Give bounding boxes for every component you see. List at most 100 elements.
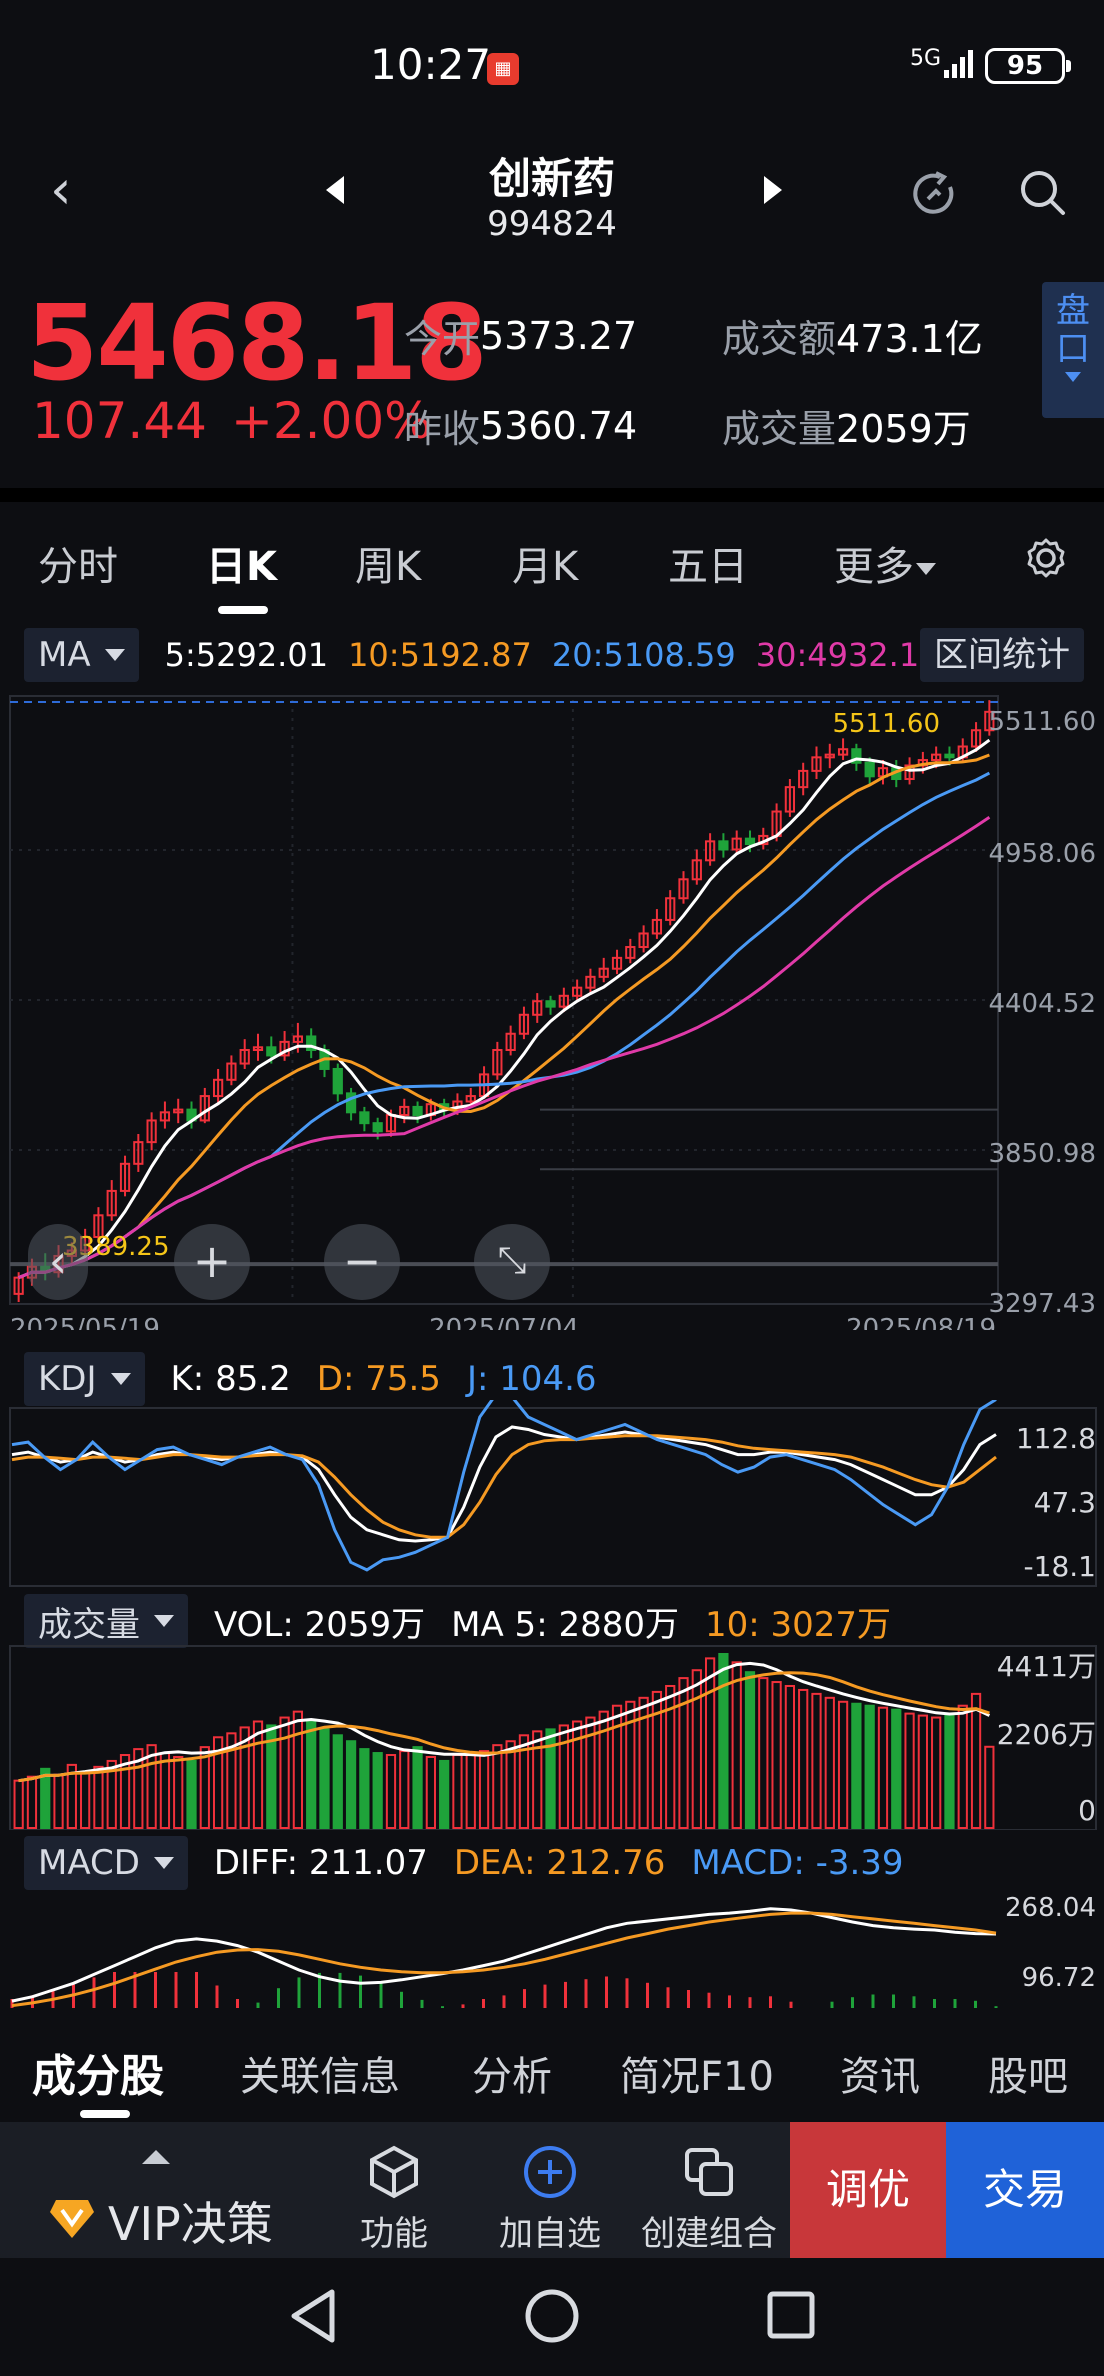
prev-stock-icon[interactable] <box>320 170 350 210</box>
vol-ma10-value: 10: 3027万 <box>704 1604 892 1645</box>
gear-icon[interactable] <box>1022 534 1070 582</box>
network-indicator: 5G <box>910 46 942 71</box>
tab-forum[interactable]: 股吧 <box>988 2044 1068 2102</box>
kdj-indicator-row: KDJ K: 85.2 D: 75.5 J: 104.6 <box>24 1352 623 1406</box>
chevron-down-icon <box>104 649 125 661</box>
kdj-chart[interactable]: 112.8 47.3 -18.1 <box>0 1400 1104 1590</box>
search-icon[interactable] <box>1015 165 1071 221</box>
create-portfolio-button[interactable]: 创建组合 <box>628 2122 790 2258</box>
back-icon[interactable]: ‹ <box>50 160 94 220</box>
kdj-j-value: J: 104.6 <box>466 1359 597 1399</box>
macd-histogram <box>10 1972 998 2008</box>
add-watchlist-button[interactable]: 加自选 <box>472 2122 628 2258</box>
volume-bar <box>199 1746 210 1829</box>
scroll-left-icon[interactable]: ‹ <box>28 1224 88 1300</box>
nav-home-icon[interactable] <box>525 2289 579 2343</box>
ma20-value: 20:5108.59 <box>551 636 736 674</box>
volume-bar <box>13 1779 24 1829</box>
ma5-value: 5:5292.01 <box>164 636 329 674</box>
tab-more[interactable]: 更多 <box>834 534 936 592</box>
next-stock-icon[interactable] <box>758 170 788 210</box>
tab-news[interactable]: 资讯 <box>840 2044 920 2102</box>
volume-bar <box>771 1681 782 1829</box>
prev-close-label: 昨收 <box>404 407 481 451</box>
candle-body <box>545 1000 556 1008</box>
chevron-down-icon <box>153 1857 174 1869</box>
range-stats-button[interactable]: 区间统计 <box>920 628 1084 682</box>
candle-body <box>372 1122 383 1133</box>
macd-y-tick: 268.04 <box>1005 1893 1096 1923</box>
volume-bar <box>159 1752 171 1829</box>
tab-intraday[interactable]: 分时 <box>38 534 118 592</box>
zoom-in-button[interactable]: + <box>174 1224 250 1300</box>
volume-bar <box>345 1740 357 1829</box>
volume-bar <box>904 1712 915 1829</box>
macd-dea-value: DEA: 212.76 <box>453 1843 666 1883</box>
macd-chart[interactable]: 268.04 96.72 <box>0 1882 1104 2010</box>
tab-constituents[interactable]: 成分股 <box>32 2040 164 2104</box>
open-value: 5373.27 <box>480 313 638 358</box>
order-book-toggle[interactable]: 盘口 <box>1042 282 1104 418</box>
nav-back-icon[interactable] <box>291 2289 335 2343</box>
volume-bar <box>970 1692 982 1829</box>
zoom-out-button[interactable]: − <box>324 1224 400 1300</box>
tab-analysis[interactable]: 分析 <box>472 2044 552 2102</box>
ma-selector[interactable]: MA <box>24 628 139 682</box>
volume-bar <box>53 1773 64 1829</box>
ma30-value: 30:4932.15 <box>755 636 940 674</box>
optimize-button[interactable]: 调优 <box>790 2122 946 2258</box>
volume-y-tick: 0 <box>1078 1794 1096 1827</box>
kline-y-tick: 3297.43 <box>988 1289 1096 1319</box>
function-button[interactable]: 功能 <box>316 2122 472 2258</box>
macd-diff-line <box>11 1907 997 2003</box>
tab-weekly-k[interactable]: 周K <box>355 534 421 592</box>
tab-monthly-k[interactable]: 月K <box>512 534 578 592</box>
nav-recents-icon[interactable] <box>767 2291 815 2339</box>
macd-selector-label: MACD <box>38 1843 140 1883</box>
ma-indicator-row: MA 5:5292.01 10:5192.87 20:5108.59 30:49… <box>24 628 966 682</box>
app-notification-icon: ▦ <box>487 53 519 85</box>
tab-related-info[interactable]: 关联信息 <box>240 2044 400 2102</box>
candle-body <box>744 837 756 846</box>
trade-button[interactable]: 交易 <box>946 2122 1104 2258</box>
kdj-selector[interactable]: KDJ <box>24 1352 145 1406</box>
stock-code: 994824 <box>487 204 617 244</box>
stock-name: 创新药 <box>488 154 615 203</box>
volume-bar <box>425 1755 436 1829</box>
volume-bar <box>798 1688 809 1830</box>
refresh-icon[interactable] <box>906 165 962 221</box>
fullscreen-icon[interactable]: ⤡ <box>474 1224 550 1300</box>
kline-x-tick: 2025/05/19 <box>10 1314 160 1330</box>
ma30-line <box>18 815 991 1279</box>
kline-chart[interactable]: 5511.604958.064404.523850.983297.432025/… <box>0 690 1104 1330</box>
copy-icon <box>685 2148 733 2196</box>
price-change: 107.44 +2.00% <box>32 392 432 450</box>
active-tab-indicator <box>218 606 268 614</box>
period-tabs: 分时 日K 周K 月K 五日 更多 <box>0 520 1104 610</box>
macd-histogram-value: MACD: -3.39 <box>691 1843 904 1883</box>
volume-bar <box>452 1754 463 1829</box>
add-watchlist-label: 加自选 <box>499 2214 601 2254</box>
tab-five-day[interactable]: 五日 <box>668 534 748 592</box>
amount-label: 成交额 <box>722 317 837 361</box>
volume-bar <box>691 1669 702 1830</box>
signal-icon <box>944 50 973 78</box>
volume-label: 成交量 <box>722 407 837 451</box>
volume-bar <box>252 1720 264 1829</box>
macd-diff-value: DIFF: 211.07 <box>213 1843 428 1883</box>
kline-x-tick: 2025/08/19 <box>846 1314 996 1330</box>
tab-daily-k[interactable]: 日K <box>206 534 277 592</box>
turnover-amount: 成交额 473.1亿 <box>722 308 983 363</box>
vip-label: VIP决策 <box>108 2197 273 2251</box>
volume-bar <box>332 1734 343 1829</box>
volume-bar <box>944 1712 955 1829</box>
volume-bars <box>13 1653 995 1830</box>
volume-bar <box>864 1704 875 1829</box>
tab-f10[interactable]: 简况F10 <box>620 2044 774 2102</box>
prev-close-value: 5360.74 <box>480 403 638 448</box>
prev-close: 昨收 5360.74 <box>404 398 637 453</box>
volume-bar <box>439 1759 450 1829</box>
high-price-label: 5511.60 <box>832 709 940 739</box>
volume-bar <box>891 1708 902 1829</box>
volume-chart[interactable]: 4411万 2206万 0 <box>0 1640 1104 1830</box>
